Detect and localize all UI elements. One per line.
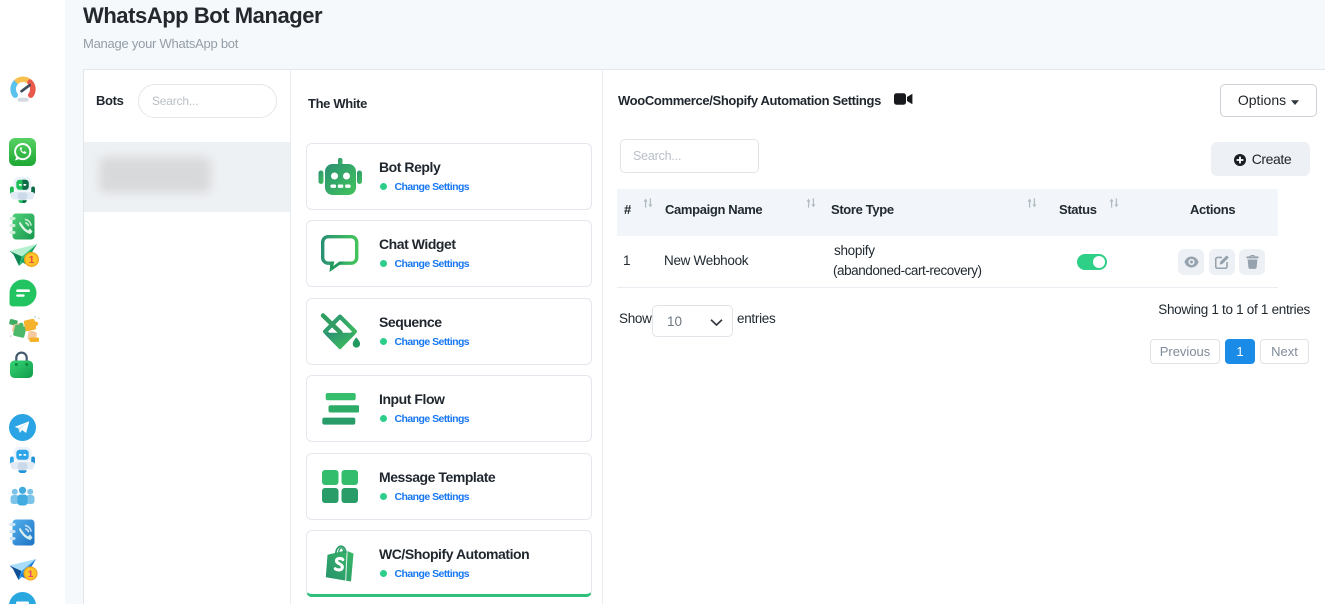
svg-text:1: 1 [28,569,34,580]
svg-text:1: 1 [29,255,35,266]
